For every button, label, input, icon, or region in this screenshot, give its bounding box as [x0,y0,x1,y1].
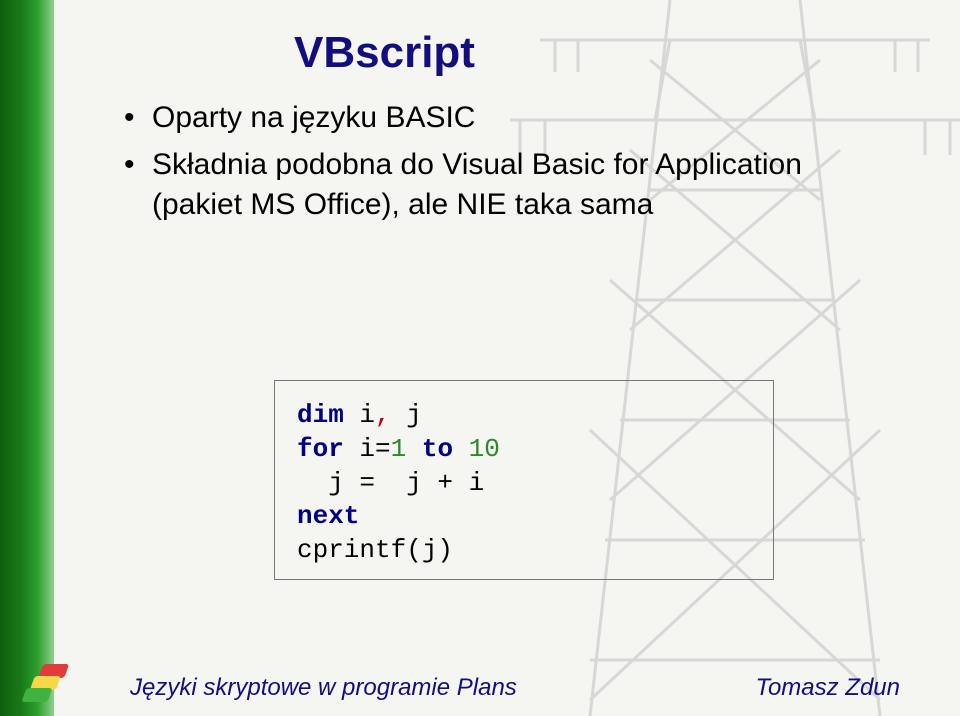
left-accent-bar [0,0,54,716]
footer-right-text: Tomasz Zdun [755,674,900,702]
content-area: VBscript Oparty na języku BASIC Składnia… [54,0,960,716]
code-line: dim i, j [297,399,751,433]
logo-icon [22,662,78,706]
code-comma: , [375,400,391,430]
code-text: i [344,400,375,430]
bullet-item: Oparty na języku BASIC [124,98,900,139]
code-keyword: dim [297,400,344,430]
code-number: 10 [469,434,500,464]
footer-left-text: Języki skryptowe w programie Plans [130,674,517,702]
code-keyword: for [297,434,344,464]
code-line: j = j + i [297,467,751,501]
bullet-item: Składnia podobna do Visual Basic for App… [124,145,900,226]
code-text: j [391,400,422,430]
footer: Języki skryptowe w programie Plans Tomas… [0,664,960,716]
code-example-box: dim i, j for i=1 to 10 j = j + i next cp… [274,380,774,580]
code-line: for i=1 to 10 [297,433,751,467]
code-keyword: next [297,501,359,531]
slide: VBscript Oparty na języku BASIC Składnia… [0,0,960,716]
code-line: cprintf(j) [297,534,751,568]
code-keyword: to [406,434,468,464]
code-text: i= [344,434,391,464]
code-number: 1 [391,434,407,464]
slide-title: VBscript [294,28,900,78]
bullet-list: Oparty na języku BASIC Składnia podobna … [124,98,900,226]
